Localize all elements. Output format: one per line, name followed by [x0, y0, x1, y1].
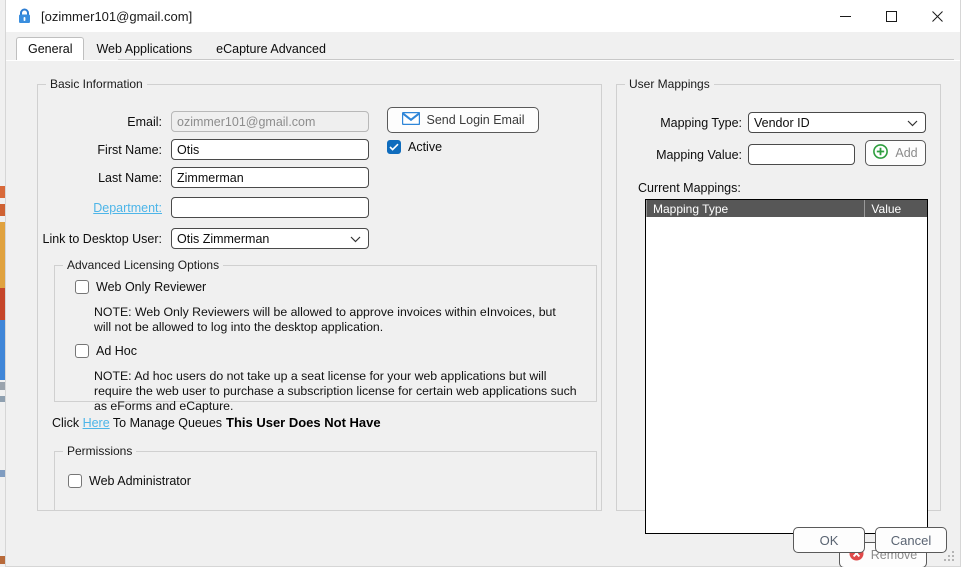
- manage-queues-line: Click Here To Manage Queues: [52, 416, 222, 430]
- add-mapping-label: Add: [895, 146, 918, 160]
- send-login-email-button[interactable]: Send Login Email: [387, 107, 539, 133]
- ad-hoc-checkbox[interactable]: [75, 344, 89, 358]
- mapping-type-value: Vendor ID: [754, 115, 810, 130]
- web-only-reviewer-row[interactable]: Web Only Reviewer: [75, 280, 206, 294]
- department-link[interactable]: Department:: [46, 201, 162, 215]
- tab-web-applications[interactable]: Web Applications: [84, 37, 204, 60]
- manage-queues-click-text: Click: [52, 416, 80, 430]
- window-title: [ozimmer101@gmail.com]: [41, 8, 193, 24]
- active-label: Active: [408, 140, 443, 154]
- chevron-down-icon: [350, 232, 361, 246]
- ad-hoc-label: Ad Hoc: [96, 344, 137, 358]
- last-name-label: Last Name:: [98, 171, 162, 185]
- mapping-value-field[interactable]: [748, 144, 855, 165]
- window-controls: [822, 0, 960, 32]
- tab-ecapture-advanced-label: eCapture Advanced: [216, 42, 326, 56]
- first-name-label: First Name:: [97, 143, 162, 157]
- listview-header: Mapping Type Value: [646, 200, 927, 217]
- tab-content-general: Basic Information Email: First Name: Las…: [6, 60, 960, 567]
- ok-button-label: OK: [819, 532, 839, 548]
- cancel-button-label: Cancel: [890, 532, 932, 548]
- envelope-icon: [401, 111, 420, 128]
- current-mappings-label: Current Mappings:: [638, 181, 741, 195]
- column-header-mapping-type[interactable]: Mapping Type: [646, 200, 864, 217]
- title-bar: [ozimmer101@gmail.com]: [6, 0, 960, 32]
- cancel-button[interactable]: Cancel: [875, 527, 947, 553]
- queue-assignment-status: This User Does Not Have Assigned Queues: [226, 415, 381, 430]
- mapping-type-select[interactable]: Vendor ID: [748, 112, 926, 133]
- advanced-licensing-legend: Advanced Licensing Options: [63, 258, 224, 272]
- link-to-desktop-user-value: Otis Zimmerman: [177, 231, 270, 246]
- add-mapping-button[interactable]: Add: [865, 140, 926, 166]
- link-to-desktop-user-select[interactable]: Otis Zimmerman: [171, 228, 369, 249]
- department-field[interactable]: [171, 197, 369, 218]
- email-field[interactable]: [171, 111, 369, 132]
- mapping-value-label: Mapping Value:: [656, 148, 742, 162]
- ad-hoc-note: NOTE: Ad hoc users do not take up a seat…: [94, 369, 577, 413]
- listview-body: [646, 217, 927, 533]
- tab-general-label: General: [28, 42, 73, 56]
- user-properties-window: [ozimmer101@gmail.com] General Web Appli…: [5, 0, 961, 567]
- app-root: [ozimmer101@gmail.com] General Web Appli…: [0, 0, 961, 567]
- active-checkbox[interactable]: [387, 140, 401, 154]
- tab-ecapture-advanced[interactable]: eCapture Advanced: [204, 37, 338, 60]
- last-name-field[interactable]: [171, 167, 369, 188]
- mapping-type-label: Mapping Type:: [660, 116, 742, 130]
- web-only-reviewer-note: NOTE: Web Only Reviewers will be allowed…: [94, 305, 556, 334]
- tab-web-applications-label: Web Applications: [96, 42, 193, 56]
- tab-general[interactable]: General: [16, 37, 85, 60]
- close-button[interactable]: [914, 0, 960, 32]
- ok-button[interactable]: OK: [793, 527, 865, 553]
- active-checkbox-row[interactable]: Active: [387, 140, 442, 154]
- resize-grip[interactable]: [944, 551, 956, 563]
- ad-hoc-row[interactable]: Ad Hoc: [75, 344, 137, 358]
- manage-queues-after-text: To Manage Queues: [112, 416, 223, 430]
- basic-information-legend: Basic Information: [46, 77, 147, 91]
- web-administrator-checkbox[interactable]: [68, 474, 82, 488]
- manage-queues-link[interactable]: Here: [83, 416, 110, 430]
- lock-icon: [15, 7, 33, 25]
- minimize-button[interactable]: [822, 0, 868, 32]
- user-mappings-legend: User Mappings: [625, 77, 714, 91]
- link-to-desktop-user-label: Link to Desktop User:: [42, 232, 163, 246]
- email-label: Email:: [127, 115, 162, 129]
- column-header-value[interactable]: Value: [864, 200, 927, 217]
- web-only-reviewer-label: Web Only Reviewer: [96, 280, 207, 294]
- web-administrator-row[interactable]: Web Administrator: [68, 474, 191, 488]
- chevron-down-icon: [907, 116, 918, 130]
- web-administrator-label: Web Administrator: [89, 474, 191, 488]
- permissions-legend: Permissions: [63, 444, 137, 458]
- current-mappings-listview[interactable]: Mapping Type Value: [645, 199, 928, 534]
- maximize-button[interactable]: [868, 0, 914, 32]
- web-only-reviewer-checkbox[interactable]: [75, 280, 89, 294]
- tab-strip: General Web Applications eCapture Advanc…: [6, 32, 960, 60]
- first-name-field[interactable]: [171, 139, 369, 160]
- plus-circle-icon: [873, 144, 889, 162]
- send-login-email-label: Send Login Email: [426, 113, 525, 127]
